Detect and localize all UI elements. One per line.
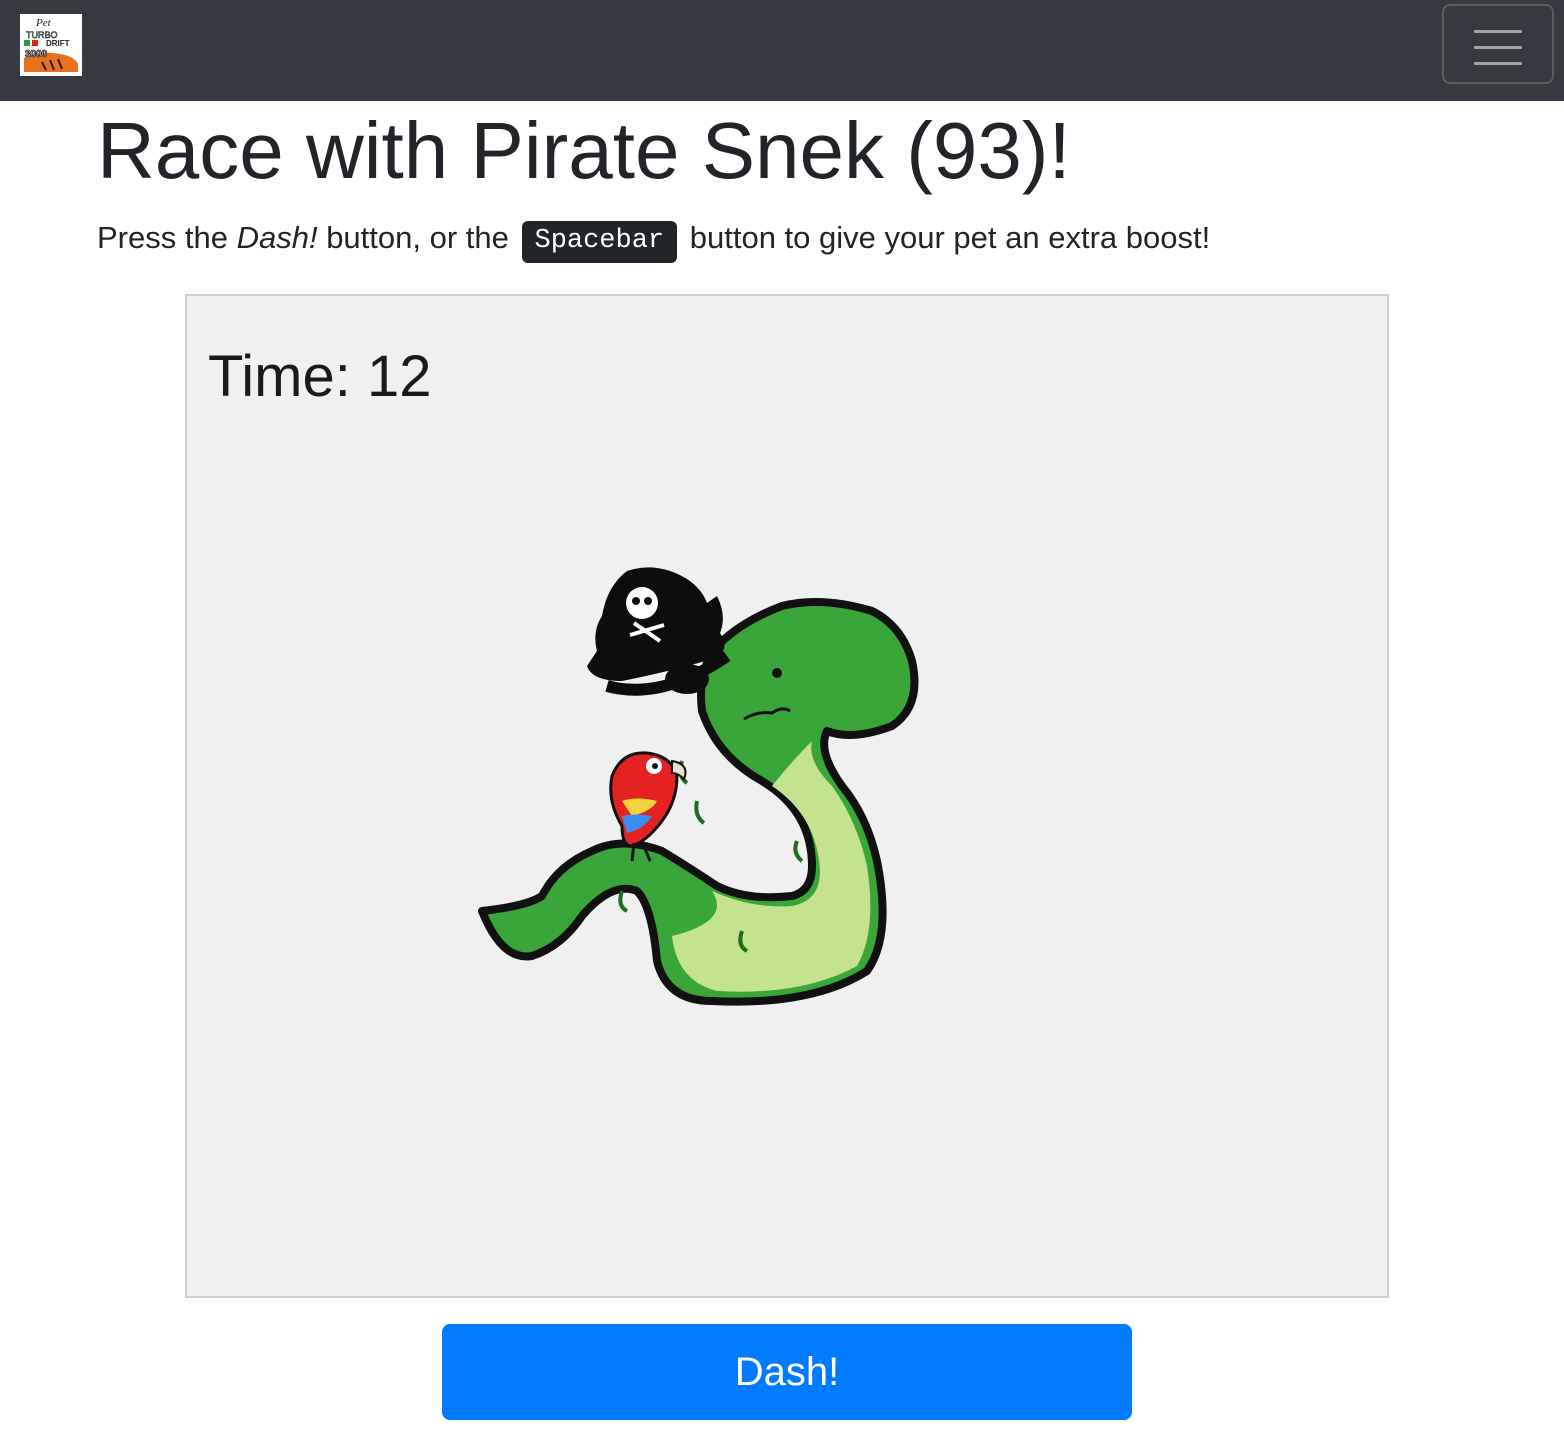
pet-sprite <box>472 561 942 1021</box>
hamburger-menu-icon <box>1474 30 1522 66</box>
logo-text-pet: Pet <box>35 17 52 29</box>
instructions-dash-word: Dash! <box>236 220 318 255</box>
instructions-suffix: button to give your pet an extra boost! <box>689 220 1211 255</box>
instructions-prefix: Press the <box>97 220 228 255</box>
pet-turbo-drift-logo-icon: Pet TURBO DRIFT 3000 <box>20 14 82 76</box>
page-title: Race with Pirate Snek (93)! <box>97 106 1071 195</box>
navbar-toggle-button[interactable] <box>1442 4 1554 84</box>
instructions-middle: button, or the <box>326 220 509 255</box>
spacebar-key-badge: Spacebar <box>521 221 678 263</box>
timer-value: 12 <box>366 344 432 409</box>
brand-logo-link[interactable]: Pet TURBO DRIFT 3000 <box>20 14 82 76</box>
race-timer: Time: 12 <box>208 344 432 410</box>
instructions-text: Press the Dash! button, or the Spacebar … <box>97 216 1210 263</box>
dash-button[interactable]: Dash! <box>442 1324 1132 1420</box>
logo-text-drift: DRIFT <box>46 39 70 48</box>
top-navbar: Pet TURBO DRIFT 3000 <box>0 0 1564 101</box>
timer-label: Time: <box>208 344 351 409</box>
pirate-snake-with-parrot-icon <box>478 567 919 1006</box>
logo-text-3000: 3000 <box>25 49 48 60</box>
race-game-canvas[interactable]: Time: 12 <box>185 294 1389 1298</box>
